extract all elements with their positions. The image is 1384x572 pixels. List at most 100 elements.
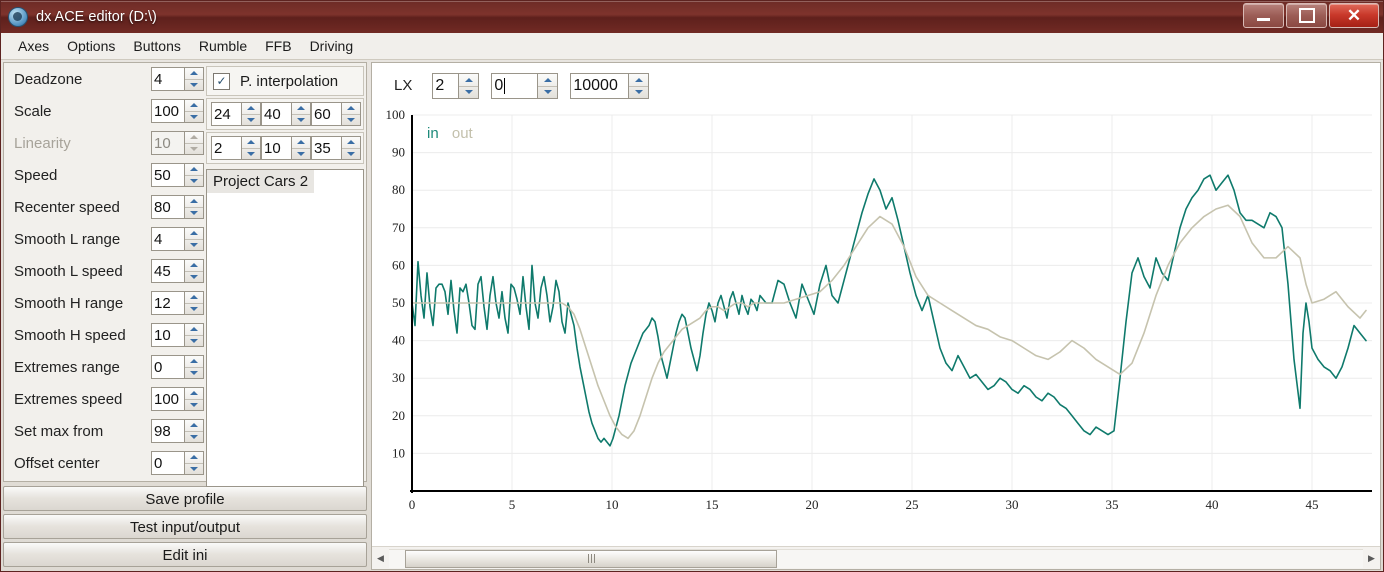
parameter-spin-buttons[interactable] <box>184 323 204 347</box>
interp-r1-field-2[interactable]: 40 <box>261 102 311 126</box>
spin-down-icon[interactable] <box>185 400 203 411</box>
spin-down-icon[interactable] <box>185 112 203 123</box>
parameter-value[interactable]: 0 <box>151 355 184 379</box>
interp-r1-field-3[interactable]: 60 <box>311 102 361 126</box>
menu-item-options[interactable]: Options <box>58 35 124 57</box>
interp-r1-spinner-3[interactable] <box>341 102 361 126</box>
parameter-value[interactable]: 4 <box>151 67 184 91</box>
spin-up-icon[interactable] <box>185 164 203 176</box>
menu-item-axes[interactable]: Axes <box>9 35 58 57</box>
parameter-spinner[interactable]: 0 <box>151 451 204 475</box>
spin-up-icon[interactable] <box>185 228 203 240</box>
parameter-value[interactable]: 0 <box>151 451 184 475</box>
interp-r1-spinner-2[interactable] <box>291 102 311 126</box>
parameter-spin-buttons[interactable] <box>184 259 204 283</box>
scrollbar-track[interactable] <box>389 548 1363 568</box>
spin-up-icon[interactable] <box>342 103 360 115</box>
parameter-spin-buttons[interactable] <box>184 195 204 219</box>
parameter-value[interactable]: 12 <box>151 291 184 315</box>
spin-up-icon[interactable] <box>629 74 649 87</box>
spin-up-icon[interactable] <box>292 137 310 149</box>
interp-r2-field-2[interactable]: 10 <box>261 136 311 160</box>
spin-up-icon[interactable] <box>185 356 203 368</box>
scroll-left-arrow-icon[interactable]: ◀ <box>372 548 389 568</box>
toolbar-value-3[interactable]: 10000 <box>570 73 629 99</box>
interp-r2-field-1[interactable]: 2 <box>211 136 261 160</box>
interp-r2-spinner-1[interactable] <box>241 136 261 160</box>
parameter-value[interactable]: 50 <box>151 163 184 187</box>
parameter-spin-buttons[interactable] <box>184 99 204 123</box>
parameter-spinner[interactable]: 12 <box>151 291 204 315</box>
toolbar-value-1[interactable]: 2 <box>432 73 459 99</box>
menu-item-buttons[interactable]: Buttons <box>124 35 189 57</box>
toolbar-spinner-3[interactable] <box>628 73 650 99</box>
parameter-spin-buttons[interactable] <box>184 419 204 443</box>
interp-r1-value-2[interactable]: 40 <box>261 102 291 126</box>
spin-up-icon[interactable] <box>538 74 558 87</box>
interp-r2-value-2[interactable]: 10 <box>261 136 291 160</box>
parameter-value[interactable]: 4 <box>151 227 184 251</box>
spin-up-icon[interactable] <box>342 137 360 149</box>
toolbar-field-1[interactable]: 2 <box>432 73 480 99</box>
spin-down-icon[interactable] <box>342 115 360 126</box>
parameter-spin-buttons[interactable] <box>184 355 204 379</box>
maximize-button[interactable] <box>1286 3 1327 28</box>
spin-down-icon[interactable] <box>242 149 260 160</box>
close-button[interactable]: ✕ <box>1329 3 1379 28</box>
spin-up-icon[interactable] <box>185 324 203 336</box>
menu-item-driving[interactable]: Driving <box>301 35 363 57</box>
spin-down-icon[interactable] <box>185 272 203 283</box>
parameter-value[interactable]: 80 <box>151 195 184 219</box>
spin-down-icon[interactable] <box>629 87 648 99</box>
spin-down-icon[interactable] <box>342 149 360 160</box>
parameter-value[interactable]: 98 <box>151 419 184 443</box>
spin-down-icon[interactable] <box>292 149 310 160</box>
spin-down-icon[interactable] <box>459 87 478 99</box>
spin-up-icon[interactable] <box>185 452 203 464</box>
spin-down-icon[interactable] <box>292 115 310 126</box>
spin-up-icon[interactable] <box>185 420 203 432</box>
minimize-button[interactable] <box>1243 3 1284 28</box>
spin-down-icon[interactable] <box>185 176 203 187</box>
parameter-spin-buttons[interactable] <box>184 163 204 187</box>
interp-r1-value-1[interactable]: 24 <box>211 102 241 126</box>
spin-up-icon[interactable] <box>292 103 310 115</box>
parameter-spin-buttons[interactable] <box>184 67 204 91</box>
spin-down-icon[interactable] <box>185 240 203 251</box>
parameter-value[interactable]: 10 <box>151 323 184 347</box>
parameter-spinner[interactable]: 50 <box>151 163 204 187</box>
spin-up-icon[interactable] <box>242 137 260 149</box>
parameter-spinner[interactable]: 80 <box>151 195 204 219</box>
profiles-listbox[interactable]: Project Cars 2 <box>206 169 364 487</box>
spin-up-icon[interactable] <box>185 68 203 80</box>
toolbar-field-2[interactable]: 0 <box>491 73 559 99</box>
spin-down-icon[interactable] <box>185 304 203 315</box>
list-item[interactable]: Project Cars 2 <box>207 170 315 193</box>
spin-down-icon[interactable] <box>185 368 203 379</box>
interp-r2-spinner-2[interactable] <box>291 136 311 160</box>
interp-r1-value-3[interactable]: 60 <box>311 102 341 126</box>
interp-r2-value-1[interactable]: 2 <box>211 136 241 160</box>
spin-up-icon[interactable] <box>185 100 203 112</box>
spin-up-icon[interactable] <box>185 196 203 208</box>
edit-ini-button[interactable]: Edit ini <box>3 542 367 567</box>
parameter-value[interactable]: 100 <box>151 387 184 411</box>
interp-r1-spinner-1[interactable] <box>241 102 261 126</box>
spin-up-icon[interactable] <box>185 388 203 400</box>
scrollbar-thumb[interactable] <box>405 549 777 568</box>
parameter-spinner[interactable]: 4 <box>151 67 204 91</box>
parameter-spin-buttons[interactable] <box>184 291 204 315</box>
p-interpolation-checkbox[interactable]: ✓ <box>213 72 230 90</box>
parameter-spin-buttons[interactable] <box>184 227 204 251</box>
menu-item-ffb[interactable]: FFB <box>256 35 300 57</box>
toolbar-value-2[interactable]: 0 <box>491 73 538 99</box>
parameter-spin-buttons[interactable] <box>184 387 204 411</box>
interp-r2-field-3[interactable]: 35 <box>311 136 361 160</box>
scroll-right-arrow-icon[interactable]: ▶ <box>1363 548 1380 568</box>
p-interpolation-row[interactable]: ✓ P. interpolation <box>206 66 364 96</box>
parameter-value[interactable]: 100 <box>151 99 184 123</box>
menu-item-rumble[interactable]: Rumble <box>190 35 256 57</box>
spin-down-icon[interactable] <box>185 208 203 219</box>
spin-down-icon[interactable] <box>185 80 203 91</box>
toolbar-spinner-2[interactable] <box>537 73 559 99</box>
